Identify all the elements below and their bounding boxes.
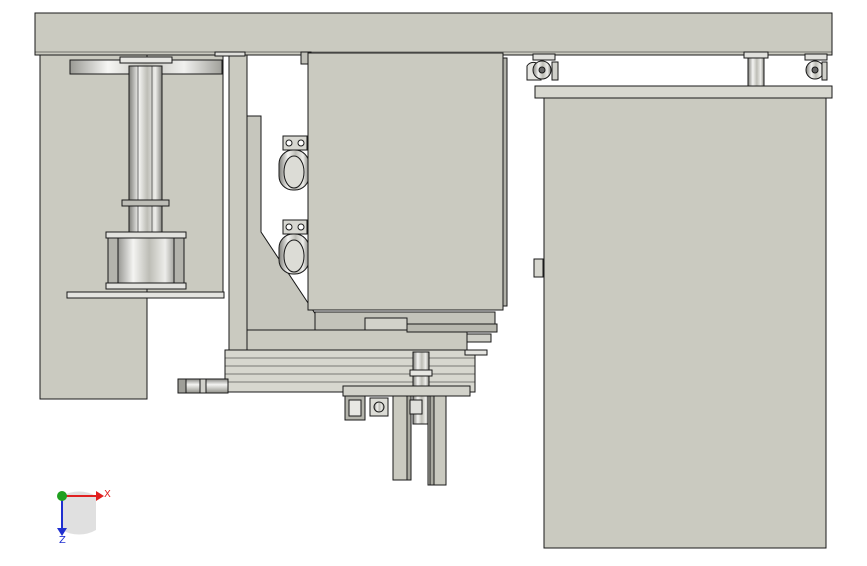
machine-assembly-drawing: X Z: [34, 12, 833, 549]
cad-viewport[interactable]: X Z: [0, 0, 867, 562]
bearing-unit-lower: [278, 219, 310, 275]
right-cabinet: [543, 97, 827, 549]
top-frame-beam: [34, 12, 833, 56]
caster-wheel-right: [804, 53, 828, 81]
right-cabinet-top-plate: [534, 85, 833, 99]
center-enclosure: [307, 52, 504, 311]
bearing-housing-top: [105, 231, 187, 239]
bearing-unit-upper: [278, 135, 310, 191]
support-post: [743, 51, 769, 59]
rotary-base-plate: [66, 291, 225, 299]
caster-wheel-left: [526, 53, 559, 81]
bearing-housing: [113, 237, 179, 289]
mast-base-block: [246, 329, 468, 351]
z-axis-label: Z: [59, 535, 66, 546]
shaft-collar: [121, 199, 170, 207]
axis-triad: X Z: [57, 489, 111, 546]
y-axis-point: [57, 491, 67, 501]
lower-carriage: [342, 385, 471, 397]
x-axis-label: X: [104, 489, 111, 500]
vertical-mast: [228, 54, 248, 351]
